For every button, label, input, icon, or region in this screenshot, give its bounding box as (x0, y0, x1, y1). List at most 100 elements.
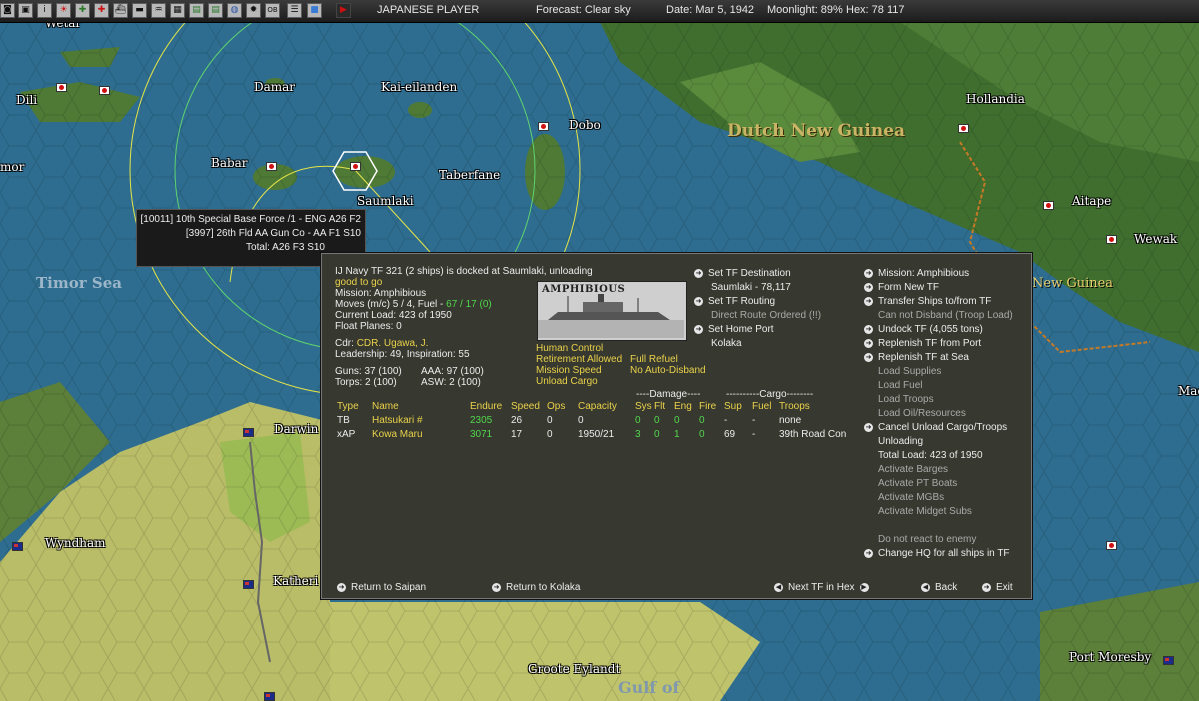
table-cell: 0 (654, 415, 660, 426)
task-force-panel: IJ Navy TF 321 (2 ships) is docked at Sa… (320, 252, 1033, 600)
japanese-base-icon[interactable] (538, 122, 549, 131)
gear-icon[interactable]: ✹ (246, 3, 261, 18)
allied-base-icon[interactable] (243, 580, 254, 589)
map-label-new-guinea: New Guinea (1032, 276, 1114, 291)
report-icon[interactable]: ▤ (189, 3, 204, 18)
tf-menu-item-label: Change HQ for all ships in TF (878, 548, 1010, 559)
map-label-hollandia: Hollandia (966, 92, 1025, 106)
ship-name-link[interactable]: Hatsukari # (372, 415, 423, 427)
tooltip-line: [3997] 26th Fld AA Gun Co - AA F1 S10 (185, 228, 361, 239)
tf-menu-item[interactable]: ➜ Undock TF (4,055 tons) (864, 324, 983, 336)
info-icon[interactable]: i (37, 3, 52, 18)
japanese-base-icon[interactable] (99, 86, 110, 95)
forecast-label: Forecast: Clear sky (536, 4, 631, 16)
disk-icon[interactable]: ▣ (18, 3, 33, 18)
map-label-gulf: Gulf of (618, 678, 680, 697)
arrow-right-icon: ➜ (982, 582, 991, 592)
exit-button[interactable]: ➜ Exit (982, 582, 1013, 594)
table-column-header: Troops (779, 401, 810, 412)
tf-menu-item: ➜Activate PT Boats (864, 478, 957, 490)
japanese-base-icon[interactable] (958, 124, 969, 133)
sub-icon[interactable]: ▬ (132, 3, 147, 18)
map-label-timor-sea: Timor Sea (36, 274, 122, 292)
allied-base-icon[interactable] (1163, 656, 1174, 665)
allied-base-icon[interactable] (243, 428, 254, 437)
sky-icon[interactable]: ■ (307, 3, 322, 18)
tf-menu-item[interactable]: ➜ Mission: Amphibious (864, 268, 969, 280)
tf-menu-item-label: Replenish TF at Sea (878, 352, 969, 363)
base-icon[interactable]: ▦ (170, 3, 185, 18)
allied-base-icon[interactable] (264, 692, 275, 701)
arrow-right-icon: ➜ (864, 268, 873, 278)
tf-menu-item[interactable]: ➜ Replenish TF at Sea (864, 352, 969, 364)
red-plane-icon[interactable]: ✚ (94, 3, 109, 18)
globe-icon[interactable]: ◍ (227, 3, 242, 18)
auto-disband-toggle[interactable]: No Auto-Disband (630, 365, 706, 377)
top-toolbar: ◙ ▣ i ☀ ✚ ✚ ⛴ ▬ ♒ ▦ ▤ ▤ ◍ ✹ OB ☰ ■ ▶ JAP… (0, 0, 1199, 23)
list-icon[interactable]: ☰ (287, 3, 302, 18)
ob-icon[interactable]: OB (265, 3, 280, 18)
map-label-wewak: Wewak (1134, 232, 1178, 246)
set-home-port-label: Set Home Port (708, 324, 774, 335)
tf-menu-item[interactable]: ➜ Form New TF (864, 282, 939, 294)
japanese-base-icon[interactable] (1043, 201, 1054, 210)
japanese-base-icon[interactable] (56, 83, 67, 92)
table-cell: - (752, 415, 756, 426)
return-kolaka-button[interactable]: ➜ Return to Kolaka (492, 582, 581, 594)
map-label-darwin: Darwin (274, 422, 319, 436)
table-column-header: Sup (724, 401, 742, 412)
tf-menu-item: ➜Activate Midget Subs (864, 506, 972, 518)
unload-cargo-toggle[interactable]: Unload Cargo (536, 376, 598, 388)
set-destination-button[interactable]: ➜ Set TF Destination (694, 268, 791, 280)
table-cell: 0 (547, 415, 553, 426)
tf-menu-item[interactable]: ➜Unloading (864, 436, 923, 448)
table-column-header: Flt (654, 401, 666, 412)
tf-menu-item-label: Load Fuel (878, 380, 923, 391)
photo-title: AMPHIBIOUS (542, 284, 626, 295)
table-cell: 69 (724, 429, 736, 440)
japanese-base-icon[interactable] (1106, 541, 1117, 550)
allied-base-icon[interactable] (12, 542, 23, 551)
table-column-header: Fuel (752, 401, 772, 412)
report2-icon[interactable]: ▤ (208, 3, 223, 18)
tf-menu-item-label: Replenish TF from Port (878, 338, 982, 349)
tf-menu-item[interactable]: ➜ Replenish TF from Port (864, 338, 981, 350)
tf-leadership: Leadership: 49, Inspiration: 55 (335, 349, 470, 360)
table-cell: TB (337, 415, 350, 426)
tf-menu-item[interactable]: ➜Total Load: 423 of 1950 (864, 450, 983, 462)
map-icon[interactable]: ◙ (0, 3, 15, 18)
back-button[interactable]: ◀ Back (921, 582, 957, 594)
hq-icon[interactable]: ♒ (151, 3, 166, 18)
return-saipan-button[interactable]: ➜ Return to Saipan (337, 582, 426, 594)
tf-menu-item-label: Activate Barges (878, 464, 949, 475)
rising-sun-icon[interactable]: ☀ (56, 3, 71, 18)
exit-label: Exit (996, 582, 1013, 593)
plane-icon[interactable]: ✚ (75, 3, 90, 18)
arrow-right-icon: ➜ (492, 582, 501, 592)
cdr-name-link[interactable]: CDR. Ugawa, J. (357, 338, 429, 349)
japanese-base-icon[interactable] (350, 162, 361, 171)
return-kolaka-label: Return to Kolaka (506, 582, 581, 593)
ship-class-photo: AMPHIBIOUS (537, 281, 687, 341)
set-routing-button[interactable]: ➜ Set TF Routing (694, 296, 775, 308)
table-column-header: Name (372, 401, 399, 412)
tf-menu-item-label: Total Load: 423 of 1950 (878, 450, 983, 461)
map-label-damar: Damar (254, 80, 296, 94)
japanese-base-icon[interactable] (266, 162, 277, 171)
tf-menu-item[interactable]: ➜ Transfer Ships to/from TF (864, 296, 991, 308)
play-icon[interactable]: ▶ (336, 3, 351, 18)
tf-menu-item[interactable]: ➜ Cancel Unload Cargo/Troops (864, 422, 1007, 434)
next-tf-button[interactable]: ◀ Next TF in Hex ▶ (774, 582, 874, 594)
set-home-port-button[interactable]: ➜ Set Home Port (694, 324, 774, 336)
moves-label: Moves (m/c) 5 / 4, Fuel - (335, 299, 447, 310)
japanese-base-icon[interactable] (1106, 235, 1117, 244)
tf-menu-item[interactable]: ➜ Change HQ for all ships in TF (864, 548, 1010, 560)
return-saipan-label: Return to Saipan (351, 582, 427, 593)
player-label: JAPANESE PLAYER (377, 4, 480, 16)
ship-icon[interactable]: ⛴ (113, 3, 128, 18)
tf-menu-item-label: Activate PT Boats (878, 478, 958, 489)
arrow-left-icon: ◀ (774, 582, 783, 592)
table-cell: 26 (511, 415, 523, 426)
ship-name-link[interactable]: Kowa Maru (372, 429, 423, 441)
tf-menu-item-label: Transfer Ships to/from TF (878, 296, 992, 307)
